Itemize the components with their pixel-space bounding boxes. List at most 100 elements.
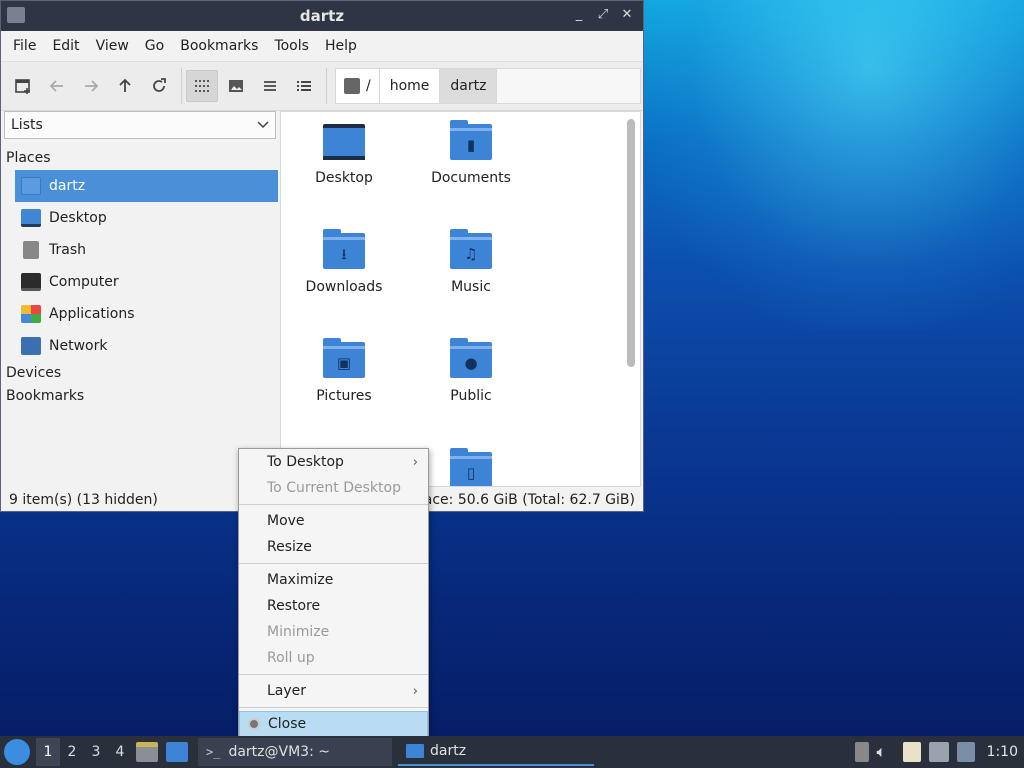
- menu-separator: [239, 674, 428, 675]
- menu-file[interactable]: File: [5, 38, 44, 54]
- chevron-down-icon: [257, 121, 269, 129]
- sidebar-item-label: Network: [49, 338, 108, 354]
- menu-item-label: To Desktop: [267, 454, 344, 470]
- network-icon: [21, 337, 41, 355]
- devices-header[interactable]: Devices: [3, 362, 279, 385]
- file-item-templates[interactable]: ▯: [411, 448, 531, 486]
- sidebar-item-desktop[interactable]: Desktop: [15, 202, 278, 234]
- update-notification-icon[interactable]: [956, 742, 975, 762]
- music-folder-icon: ♫: [450, 229, 492, 269]
- file-item-documents[interactable]: ▮ Documents: [411, 120, 531, 186]
- path-root-button[interactable]: /: [336, 69, 380, 103]
- workspace-3[interactable]: 3: [84, 738, 108, 766]
- trash-icon: [23, 241, 39, 259]
- menu-item-move[interactable]: Move: [239, 508, 428, 534]
- file-item-desktop[interactable]: Desktop: [284, 124, 404, 186]
- menu-help[interactable]: Help: [317, 38, 365, 54]
- clock[interactable]: 1:10: [979, 744, 1024, 760]
- show-desktop-icon[interactable]: [166, 742, 188, 762]
- task-terminal[interactable]: >_ dartz@VM3: ~: [198, 738, 392, 766]
- close-window-button[interactable]: ✕: [617, 5, 637, 25]
- maximize-button[interactable]: ⤢: [593, 5, 613, 25]
- sidebar-item-label: Desktop: [49, 210, 107, 226]
- sidebar-item-label: Trash: [49, 242, 86, 258]
- file-item-pictures[interactable]: ▣ Pictures: [284, 338, 404, 404]
- chevron-right-icon: ›: [412, 454, 418, 470]
- new-tab-icon[interactable]: [7, 70, 39, 102]
- menu-separator: [239, 504, 428, 505]
- detailed-list-view-icon[interactable]: [288, 70, 320, 102]
- sidebar-item-applications[interactable]: Applications: [15, 298, 278, 330]
- menu-item-minimize[interactable]: Minimize: [239, 619, 428, 645]
- file-item-label: Pictures: [316, 388, 372, 404]
- menu-item-label: Resize: [267, 539, 312, 555]
- file-item-label: Downloads: [305, 279, 383, 295]
- toolbar: / home dartz: [1, 61, 643, 111]
- compact-view-icon[interactable]: [254, 70, 286, 102]
- path-root-label: /: [366, 78, 371, 94]
- start-menu-button[interactable]: [2, 737, 32, 767]
- clipboard-icon[interactable]: [902, 742, 921, 762]
- up-arrow-icon[interactable]: [109, 70, 141, 102]
- path-crumb-dartz[interactable]: dartz: [440, 69, 498, 103]
- side-pane-mode-select[interactable]: Lists: [4, 111, 276, 139]
- volume-icon[interactable]: 🔈︎: [877, 742, 895, 762]
- side-pane-mode-value: Lists: [11, 117, 43, 133]
- public-folder-icon: ●: [450, 338, 492, 378]
- menu-item-resize[interactable]: Resize: [239, 534, 428, 560]
- file-icon-view[interactable]: Desktop ▮ Documents ⭳ Downloads ♫ Music …: [280, 111, 641, 487]
- file-item-public[interactable]: ● Public: [411, 338, 531, 404]
- back-arrow-icon[interactable]: [41, 70, 73, 102]
- terminal-icon: >_: [206, 745, 221, 759]
- taskbar: 1 2 3 4 >_ dartz@VM3: ~ dartz 🔈︎ 1:10: [0, 736, 1024, 768]
- sidebar-item-computer[interactable]: Computer: [15, 266, 278, 298]
- network-status-icon[interactable]: [928, 742, 949, 762]
- window-title: dartz: [299, 7, 345, 25]
- forward-arrow-icon[interactable]: [75, 70, 107, 102]
- menu-edit[interactable]: Edit: [44, 38, 87, 54]
- workspace-4[interactable]: 4: [108, 738, 132, 766]
- workspace-2[interactable]: 2: [60, 738, 84, 766]
- menu-item-label: Move: [267, 513, 305, 529]
- task-file-manager[interactable]: dartz: [398, 738, 594, 766]
- file-item-music[interactable]: ♫ Music: [411, 229, 531, 295]
- menu-go[interactable]: Go: [137, 38, 172, 54]
- menu-bookmarks[interactable]: Bookmarks: [172, 38, 266, 54]
- sidebar-item-network[interactable]: Network: [15, 330, 278, 362]
- menu-item-label: To Current Desktop: [267, 480, 401, 496]
- title-bar[interactable]: dartz _ ⤢ ✕: [1, 1, 643, 31]
- task-label: dartz@VM3: ~: [228, 744, 330, 760]
- menu-item-to-desktop[interactable]: To Desktop ›: [239, 449, 428, 475]
- menu-item-roll-up[interactable]: Roll up: [239, 645, 428, 671]
- menu-item-to-current-desktop[interactable]: To Current Desktop: [239, 475, 428, 501]
- home-folder-icon: [21, 177, 41, 195]
- sidebar-item-label: dartz: [49, 178, 86, 194]
- menu-tools[interactable]: Tools: [266, 38, 317, 54]
- menu-item-label: Layer: [267, 683, 307, 699]
- menu-item-label: Minimize: [267, 624, 330, 640]
- icon-view-icon[interactable]: [186, 70, 218, 102]
- bookmarks-header[interactable]: Bookmarks: [3, 385, 279, 408]
- computer-icon: [21, 273, 41, 291]
- reload-icon[interactable]: [143, 70, 175, 102]
- file-item-downloads[interactable]: ⭳ Downloads: [284, 229, 404, 295]
- task-label: dartz: [430, 743, 467, 759]
- eject-icon[interactable]: [854, 742, 869, 762]
- menu-item-restore[interactable]: Restore: [239, 593, 428, 619]
- window-icon[interactable]: [7, 7, 25, 23]
- menu-item-maximize[interactable]: Maximize: [239, 567, 428, 593]
- menu-item-close[interactable]: Close: [239, 711, 428, 737]
- thumbnail-view-icon[interactable]: [220, 70, 252, 102]
- sidebar-item-trash[interactable]: Trash: [15, 234, 278, 266]
- vertical-scrollbar[interactable]: [627, 119, 635, 367]
- path-crumb-home[interactable]: home: [379, 69, 441, 103]
- menu-item-layer[interactable]: Layer ›: [239, 678, 428, 704]
- sidebar-item-dartz[interactable]: dartz: [15, 170, 278, 202]
- file-item-label: Desktop: [315, 170, 373, 186]
- documents-folder-icon: ▮: [450, 120, 492, 160]
- minimize-button[interactable]: _: [569, 5, 589, 25]
- menu-view[interactable]: View: [88, 38, 137, 54]
- workspace-1[interactable]: 1: [36, 738, 60, 766]
- places-header[interactable]: Places: [3, 147, 279, 170]
- file-manager-launcher-icon[interactable]: [136, 742, 158, 762]
